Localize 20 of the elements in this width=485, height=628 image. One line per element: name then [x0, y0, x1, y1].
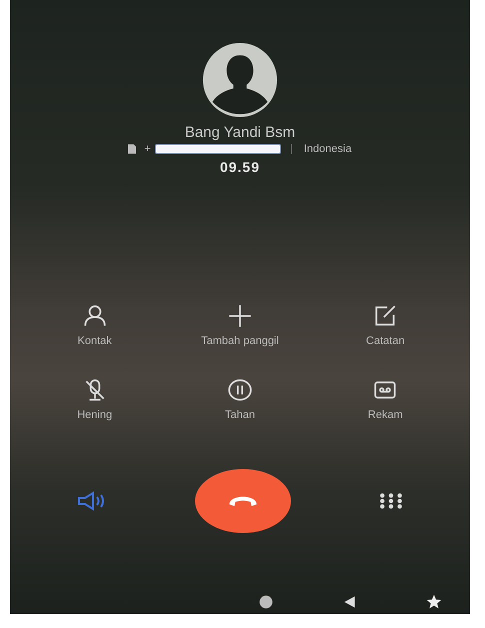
- action-label[interactable]: Kontak: [78, 335, 112, 347]
- speaker-icon: [77, 491, 107, 511]
- avatar-icon: [202, 42, 278, 118]
- back-icon[interactable]: [342, 594, 358, 610]
- keypad-icon: [379, 492, 403, 510]
- action-label[interactable]: Tambah panggil: [201, 335, 279, 347]
- action-label[interactable]: Tahan: [225, 409, 255, 421]
- pause-icon[interactable]: [226, 377, 253, 403]
- call-duration: 09.59: [220, 159, 260, 175]
- caller-name: Bang Yandi Bsm: [184, 124, 296, 141]
- region-label: Indonesia: [304, 143, 352, 155]
- plus-icon[interactable]: [226, 303, 253, 329]
- action-label[interactable]: Catatan: [366, 335, 405, 347]
- sim-icon: [128, 144, 136, 154]
- number-prefix: +: [144, 143, 151, 155]
- home-icon[interactable]: [258, 594, 274, 610]
- star-icon[interactable]: [426, 594, 442, 610]
- person-icon[interactable]: [82, 303, 108, 329]
- action-label[interactable]: Rekam: [368, 409, 403, 421]
- action-label[interactable]: Hening: [77, 409, 112, 421]
